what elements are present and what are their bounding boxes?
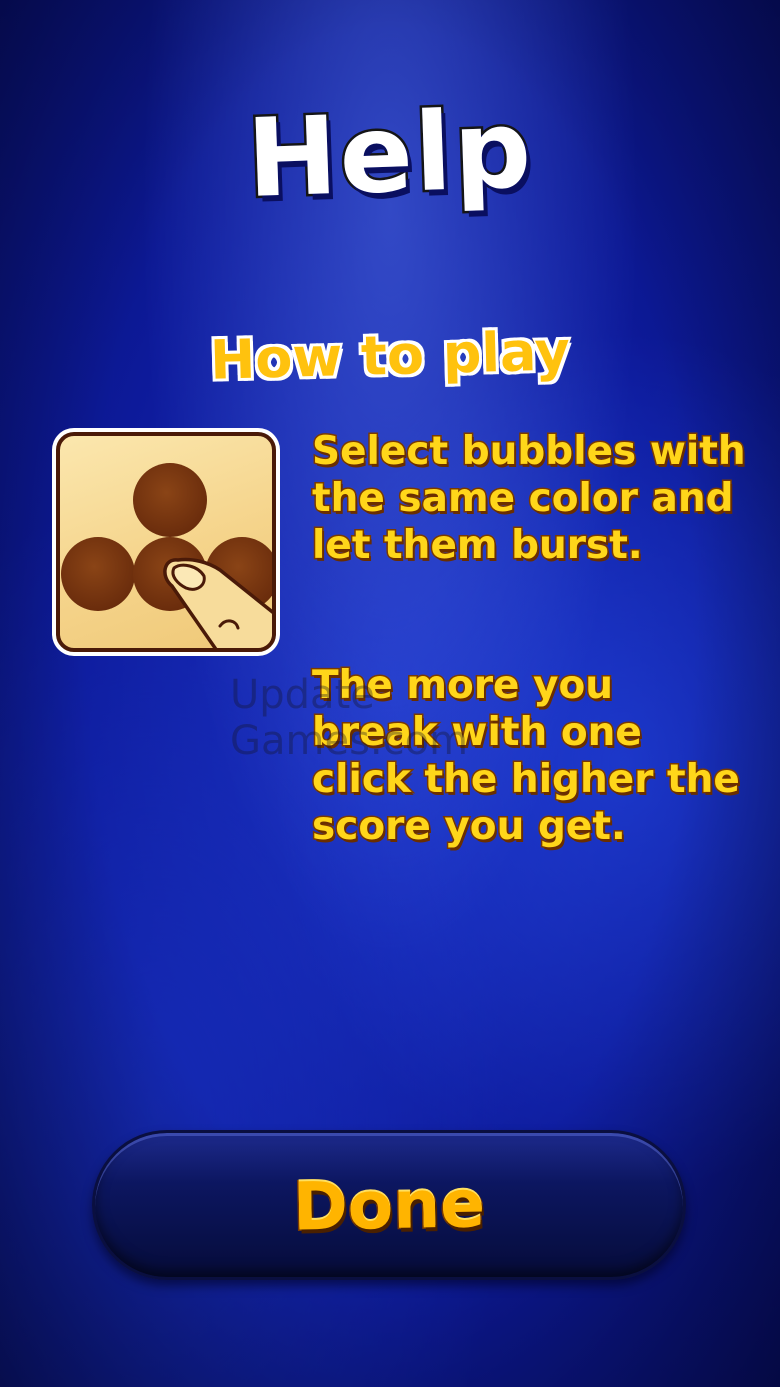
bubbles-finger-tap-icon xyxy=(61,463,272,648)
instruction-paragraph-2: The more you break with one click the hi… xyxy=(311,662,742,851)
how-to-play-tile xyxy=(52,428,280,656)
tile-illustration xyxy=(56,432,276,652)
bubble-top xyxy=(133,463,207,537)
bubble-left xyxy=(61,537,135,611)
subtitle-text: How to play xyxy=(207,317,572,393)
done-button-label: Done xyxy=(291,1163,487,1246)
page-title: Help xyxy=(242,85,537,225)
done-button[interactable]: Done xyxy=(92,1130,686,1280)
instruction-paragraph-1: Select bubbles with the same color and l… xyxy=(311,428,748,570)
section-subtitle: How to play xyxy=(0,314,780,397)
